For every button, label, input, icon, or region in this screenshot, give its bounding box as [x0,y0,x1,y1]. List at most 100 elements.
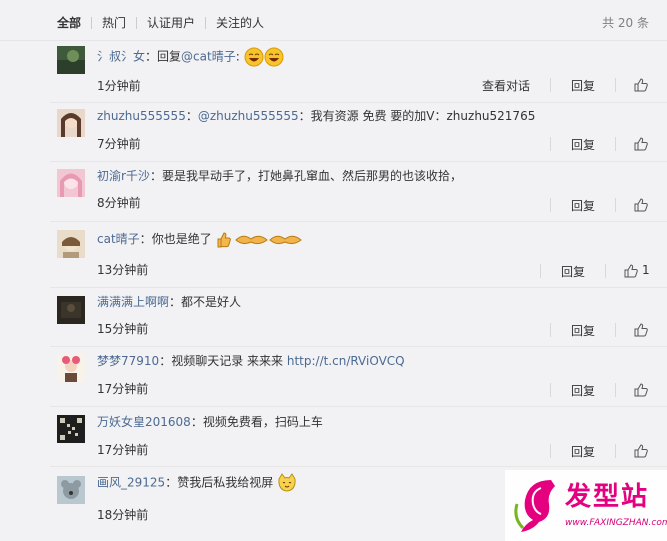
comment-item: 氵叔氵女：回复@cat晴子: 1分钟前 查看对话 回复 [50,40,667,103]
reply-button[interactable]: 回复 [561,263,585,280]
thumbs-up-icon[interactable] [634,323,648,337]
comment-text: 视频聊天记录 来来来 [171,354,287,368]
handshake-emoji-icon [235,235,303,244]
thumbs-up-icon[interactable] [634,78,648,92]
action-divider [615,383,616,397]
comment-item: 万妖女皇201608：视频免费看，扫码上车 17分钟前 回复 [50,406,667,467]
comment-content: 梦梦77910：视频聊天记录 来来来 http://t.cn/RViOVCQ [97,352,405,370]
thumbs-up-icon[interactable] [624,264,638,278]
comment-timestamp: 8分钟前 [97,196,141,210]
tab-hot[interactable]: 热门 [102,14,126,31]
watermark-url: www.FAXINGZHAN.com [565,518,667,528]
avatar[interactable] [57,230,85,258]
thumbs-up-icon[interactable] [634,444,648,458]
comment-item: 初渝r千沙：要是我早动手了，打她鼻孔窜血、然后那男的也该收拾， 8分钟前 回复 [50,161,667,222]
action-divider [615,198,616,212]
colon: ： [169,295,182,309]
thumbs-up-icon[interactable] [634,198,648,212]
url-link[interactable]: http://t.cn/RViOVCQ [287,354,405,368]
tab-verified-users[interactable]: 认证用户 [147,14,195,31]
reply-button[interactable]: 回复 [571,443,595,460]
comment-filter-bar: 全部 热门 认证用户 关注的人 共 20 条 [0,0,667,41]
action-divider [550,198,551,212]
action-divider [550,137,551,151]
reply-button[interactable]: 回复 [571,136,595,153]
avatar[interactable] [57,46,85,74]
comment-content: 画风_29125：赞我后私我给视屏 [97,473,297,493]
action-divider [540,264,541,278]
avatar[interactable] [57,415,85,443]
tab-following[interactable]: 关注的人 [216,14,264,31]
action-divider [615,78,616,92]
comment-content: 氵叔氵女：回复@cat晴子: [97,47,284,67]
colon: ： [149,169,162,183]
avatar[interactable] [57,296,85,324]
comment-content: 万妖女皇201608：视频免费看，扫码上车 [97,413,323,431]
comment-text: 都不是好人 [181,295,242,309]
site-watermark: 发型站 www.FAXINGZHAN.com [505,470,667,541]
laughing-emoji-icon [244,47,264,67]
comment-username[interactable]: 氵叔氵女 [97,50,145,64]
colon: ： [185,109,198,123]
comment-username[interactable]: 初渝r千沙 [97,169,150,183]
colon: ： [159,354,172,368]
comment-content: 初渝r千沙：要是我早动手了，打她鼻孔窜血、然后那男的也该收拾， [97,167,462,185]
colon: ： [145,49,158,64]
like-count: 1 [642,263,650,277]
comment-item: cat晴子：你也是绝了 13分钟前 回复 1 [50,221,667,288]
comment-username[interactable]: zhuzhu555555 [97,109,186,123]
thumbs-up-icon[interactable] [634,137,648,151]
comment-timestamp: 18分钟前 [97,508,149,522]
thumbs-up-emoji-icon [217,231,231,247]
avatar[interactable] [57,476,85,504]
comment-username[interactable]: 画风_29125 [97,476,165,490]
comment-content: 满满满上啊啊：都不是好人 [97,293,241,311]
comment-username[interactable]: 满满满上啊啊 [97,295,169,309]
colon: ： [139,232,152,246]
mention-link[interactable]: @cat晴子 [181,50,236,64]
comment-timestamp: 1分钟前 [97,79,141,93]
cat-face-emoji-icon [278,473,296,492]
comment-username[interactable]: 梦梦77910 [97,354,159,368]
colon: ： [165,475,178,490]
laughing-emoji-icon [264,47,284,67]
reply-button[interactable]: 回复 [571,322,595,339]
avatar[interactable] [57,354,85,382]
comment-username[interactable]: cat晴子 [97,232,140,246]
comment-text: 要是我早动手了，打她鼻孔窜血、然后那男的也该收拾， [161,169,462,183]
comment-item: zhuzhu555555：@zhuzhu555555：我有资源 免费 要的加V：… [50,102,667,162]
comment-content: zhuzhu555555：@zhuzhu555555：我有资源 免费 要的加V：… [97,107,535,125]
woman-silhouette-logo-icon [514,480,555,532]
avatar[interactable] [57,169,85,197]
action-divider [550,323,551,337]
reply-button[interactable]: 回复 [571,77,595,94]
avatar[interactable] [57,109,85,137]
tab-all[interactable]: 全部 [57,14,81,31]
mention-link[interactable]: @zhuzhu555555 [198,109,299,123]
comment-username[interactable]: 万妖女皇201608 [97,415,191,429]
comment-total-count: 共 20 条 [602,16,649,30]
comment-timestamp: 7分钟前 [97,137,141,151]
action-divider [550,383,551,397]
comment-content: cat晴子：你也是绝了 [97,230,303,249]
action-divider [615,444,616,458]
view-conversation-link[interactable]: 查看对话 [482,77,530,94]
thumbs-up-icon[interactable] [634,383,648,397]
tab-divider [91,16,93,29]
comment-timestamp: 17分钟前 [97,382,149,396]
action-divider [615,137,616,151]
comment-text: 你也是绝了 [151,232,212,246]
comment-text: ：我有资源 免费 要的加V：zhuzhu521765 [298,109,536,123]
action-divider [550,444,551,458]
comment-timestamp: 15分钟前 [97,322,149,336]
comment-text: 视频免费看，扫码上车 [202,415,323,429]
comment-item: 梦梦77910：视频聊天记录 来来来 http://t.cn/RViOVCQ 1… [50,346,667,407]
comment-timestamp: 17分钟前 [97,443,149,457]
comment-text: 赞我后私我给视屏 [177,475,274,490]
filter-tabs: 全部 热门 认证用户 关注的人 [57,14,264,31]
tab-divider [205,16,207,29]
reply-button[interactable]: 回复 [571,197,595,214]
action-divider [550,78,551,92]
reply-button[interactable]: 回复 [571,382,595,399]
comment-item: 满满满上啊啊：都不是好人 15分钟前 回复 [50,287,667,347]
